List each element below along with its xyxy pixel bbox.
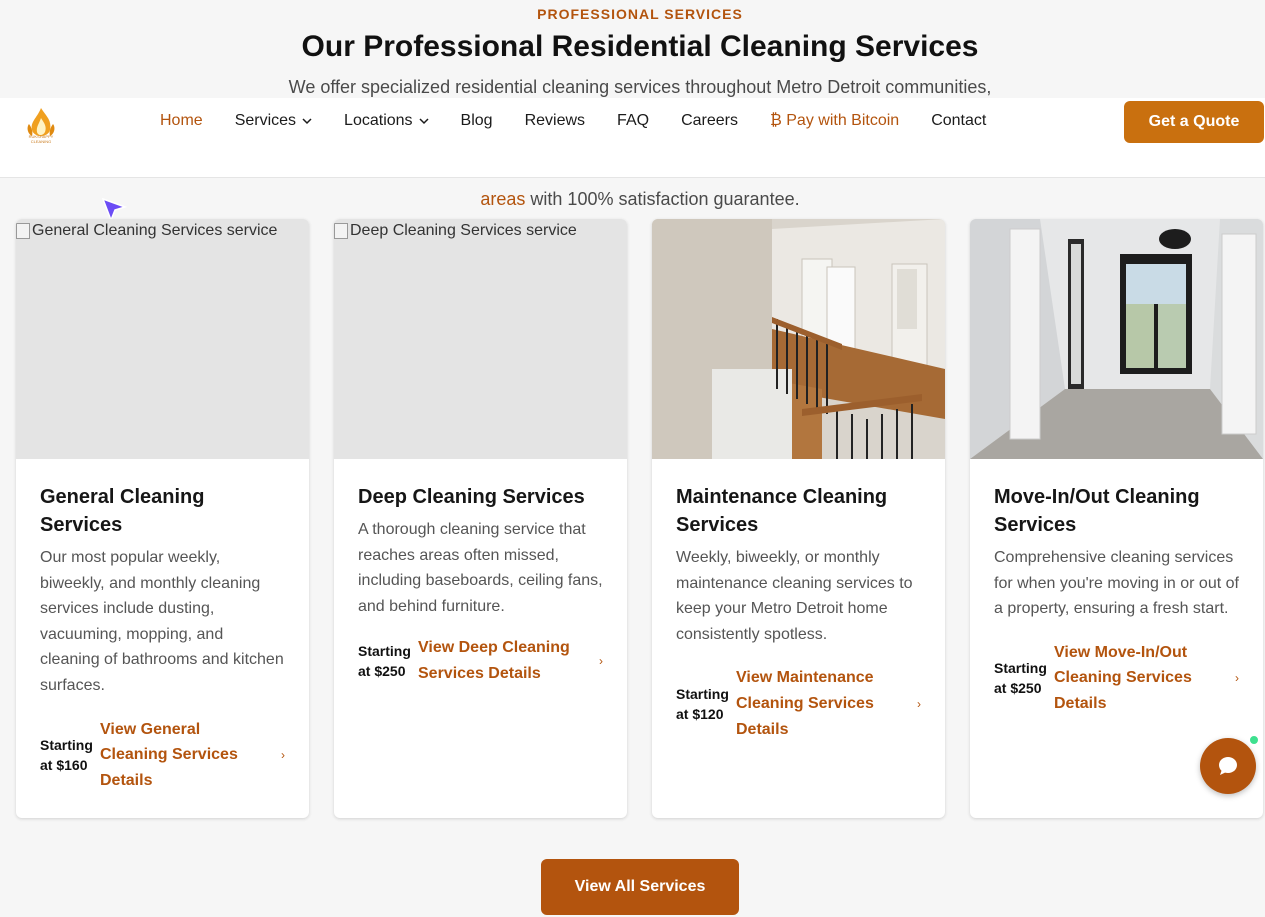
chat-bubble-icon: [1219, 757, 1237, 775]
areas-link[interactable]: areas: [480, 189, 525, 209]
card-description: Our most popular weekly, biweekly, and m…: [40, 549, 284, 694]
chat-widget-button[interactable]: [1200, 738, 1256, 794]
main-nav: Home Services Locations Blog Reviews FAQ…: [160, 112, 1018, 130]
card-title: Move-In/Out Cleaning Services: [994, 486, 1200, 536]
image-alt-text: Deep Cleaning Services service: [334, 222, 577, 240]
nav-pay-bitcoin[interactable]: ₿ Pay with Bitcoin: [770, 112, 899, 130]
nav-contact[interactable]: Contact: [931, 112, 986, 130]
section-title: Our Professional Residential Cleaning Se…: [301, 30, 979, 63]
chevron-right-icon: ›: [599, 653, 603, 668]
nav-faq[interactable]: FAQ: [617, 112, 649, 130]
card-description: Weekly, biweekly, or monthly maintenance…: [676, 549, 913, 643]
service-cards: General Cleaning Services service Genera…: [16, 219, 1263, 818]
nav-reviews[interactable]: Reviews: [525, 112, 585, 130]
nav-careers[interactable]: Careers: [681, 112, 738, 130]
section-lead-line1: We offer specialized residential cleanin…: [288, 77, 992, 97]
nav-contact-label: Contact: [931, 112, 987, 129]
nav-home-label: Home: [160, 112, 203, 129]
card-description: Comprehensive cleaning services for when…: [994, 549, 1239, 618]
service-card-move: Move-In/Out Cleaning Services Comprehens…: [970, 219, 1263, 818]
nav-locations-label: Locations: [344, 112, 413, 129]
image-alt-label: Deep Cleaning Services service: [350, 222, 577, 239]
nav-locations[interactable]: Locations: [344, 112, 429, 130]
chevron-down-icon: [419, 118, 429, 125]
empty-room-photo: [970, 219, 1263, 459]
image-alt-label: General Cleaning Services service: [32, 222, 278, 239]
card-price: Starting at $250: [994, 660, 1047, 697]
card-price: Starting at $250: [358, 642, 411, 679]
nav-faq-label: FAQ: [617, 112, 650, 129]
logo-text: RUKSHAPPY CLEANING: [28, 134, 54, 144]
nav-blog-label: Blog: [460, 112, 493, 129]
chevron-right-icon: ›: [281, 747, 285, 762]
chevron-right-icon: ›: [917, 696, 921, 711]
site-header: RUKSHAPPY CLEANING Home Services Locatio…: [0, 98, 1265, 178]
broken-image-icon: [334, 223, 348, 239]
section-eyebrow: PROFESSIONAL SERVICES: [537, 6, 743, 22]
nav-services[interactable]: Services: [235, 112, 312, 130]
chevron-down-icon: [302, 118, 312, 125]
nav-home[interactable]: Home: [160, 112, 203, 130]
service-card-maintenance: Maintenance Cleaning Services Weekly, bi…: [652, 219, 945, 818]
nav-careers-label: Careers: [681, 112, 738, 129]
get-quote-button[interactable]: Get a Quote: [1124, 101, 1264, 143]
staircase-photo: [652, 219, 945, 459]
card-title: General Cleaning Services: [40, 486, 205, 536]
view-details-link[interactable]: View Move-In/Out Cleaning Services Detai…: [1054, 640, 1214, 717]
nav-reviews-label: Reviews: [524, 112, 586, 129]
online-status-dot: [1248, 734, 1260, 746]
chevron-right-icon: ›: [1235, 671, 1239, 686]
card-title: Maintenance Cleaning Services: [676, 486, 888, 536]
image-alt-text: General Cleaning Services service: [16, 222, 277, 240]
card-image-placeholder: General Cleaning Services service: [16, 219, 309, 459]
nav-bitcoin-label: ₿ Pay with Bitcoin: [769, 112, 900, 129]
card-title: Deep Cleaning Services: [358, 486, 585, 508]
broken-image-icon: [16, 223, 30, 239]
view-all-services-button[interactable]: View All Services: [541, 859, 739, 915]
card-description: A thorough cleaning service that reaches…: [358, 521, 603, 615]
nav-services-label: Services: [234, 112, 297, 129]
nav-blog[interactable]: Blog: [461, 112, 493, 130]
view-details-link[interactable]: View General Cleaning Services Details: [100, 717, 260, 794]
view-details-link[interactable]: View Maintenance Cleaning Services Detai…: [736, 665, 896, 742]
service-card-deep: Deep Cleaning Services service Deep Clea…: [334, 219, 627, 818]
view-details-link[interactable]: View Deep Cleaning Services Details: [418, 635, 578, 686]
service-card-general: General Cleaning Services service Genera…: [16, 219, 309, 818]
card-price: Starting at $120: [676, 685, 729, 722]
lead-line2-text: with 100% satisfaction guarantee.: [525, 189, 800, 209]
section-lead-line2: areas with 100% satisfaction guarantee.: [0, 189, 1265, 210]
card-price: Starting at $160: [40, 736, 93, 773]
card-image-placeholder: Deep Cleaning Services service: [334, 219, 627, 459]
